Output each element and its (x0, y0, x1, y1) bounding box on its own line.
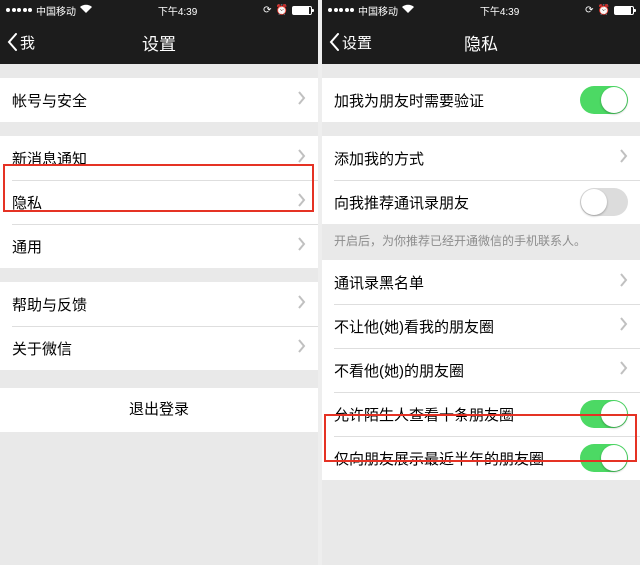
cell-label: 向我推荐通讯录朋友 (334, 192, 580, 213)
cell-label: 通讯录黑名单 (334, 272, 620, 293)
cell-recommend-contacts[interactable]: 向我推荐通讯录朋友 (322, 180, 640, 224)
cell-label: 新消息通知 (12, 148, 298, 169)
cell-label: 关于微信 (12, 338, 298, 359)
toggle-require-verify[interactable] (580, 86, 628, 114)
alarm-icon: ⏰ (276, 5, 288, 16)
chevron-right-icon (298, 295, 306, 314)
nav-title: 设置 (0, 30, 318, 55)
signal-icon (328, 8, 354, 12)
battery-icon (614, 6, 634, 15)
cell-label: 添加我的方式 (334, 148, 620, 169)
chevron-right-icon (620, 273, 628, 292)
chevron-right-icon (620, 149, 628, 168)
chevron-left-icon (328, 33, 340, 51)
back-button[interactable]: 我 (0, 32, 35, 53)
cell-privacy[interactable]: 隐私 (0, 180, 318, 224)
nav-bar: 我 设置 (0, 20, 318, 64)
cell-half-year[interactable]: 仅向朋友展示最近半年的朋友圈 (322, 436, 640, 480)
cell-about[interactable]: 关于微信 (0, 326, 318, 370)
chevron-left-icon (6, 33, 18, 51)
nav-bar: 设置 隐私 (322, 20, 640, 64)
cell-account-security[interactable]: 帐号与安全 (0, 78, 318, 122)
carrier-label: 中国移动 (36, 3, 76, 18)
chevron-right-icon (620, 361, 628, 380)
toggle-recommend-contacts[interactable] (580, 188, 628, 216)
cell-label: 仅向朋友展示最近半年的朋友圈 (334, 448, 580, 469)
carrier-label: 中国移动 (358, 3, 398, 18)
cell-label: 允许陌生人查看十条朋友圈 (334, 404, 580, 425)
cell-label: 隐私 (12, 192, 298, 213)
cell-label: 通用 (12, 236, 298, 257)
status-bar: 中国移动 下午4:39 ⟳ ⏰ (0, 0, 318, 20)
chevron-right-icon (298, 149, 306, 168)
privacy-screen: 中国移动 下午4:39 ⟳ ⏰ 设置 隐私 加我为朋友时需要验证 (322, 0, 640, 565)
clock-label: 下午4:39 (158, 3, 197, 18)
settings-screen: 中国移动 下午4:39 ⟳ ⏰ 我 设置 帐号与安全 (0, 0, 318, 565)
cell-label: 加我为朋友时需要验证 (334, 90, 580, 111)
battery-icon (292, 6, 312, 15)
signal-icon (6, 8, 32, 12)
wifi-icon (402, 4, 414, 16)
cell-hide-their-moments[interactable]: 不看他(她)的朋友圈 (322, 348, 640, 392)
back-label: 设置 (342, 32, 372, 53)
cell-hide-my-moments[interactable]: 不让他(她)看我的朋友圈 (322, 304, 640, 348)
rotation-lock-icon: ⟳ (263, 5, 271, 16)
cell-label: 帐号与安全 (12, 90, 298, 111)
chevron-right-icon (298, 237, 306, 256)
logout-button[interactable]: 退出登录 (0, 388, 318, 432)
cell-label: 不看他(她)的朋友圈 (334, 360, 620, 381)
back-button[interactable]: 设置 (322, 32, 372, 53)
chevron-right-icon (298, 193, 306, 212)
chevron-right-icon (620, 317, 628, 336)
cell-stranger-ten[interactable]: 允许陌生人查看十条朋友圈 (322, 392, 640, 436)
back-label: 我 (20, 32, 35, 53)
logout-label: 退出登录 (129, 401, 189, 418)
chevron-right-icon (298, 339, 306, 358)
cell-blacklist[interactable]: 通讯录黑名单 (322, 260, 640, 304)
toggle-stranger-ten[interactable] (580, 400, 628, 428)
status-bar: 中国移动 下午4:39 ⟳ ⏰ (322, 0, 640, 20)
cell-general[interactable]: 通用 (0, 224, 318, 268)
cell-require-verify[interactable]: 加我为朋友时需要验证 (322, 78, 640, 122)
alarm-icon: ⏰ (598, 5, 610, 16)
chevron-right-icon (298, 91, 306, 110)
wifi-icon (80, 4, 92, 16)
cell-label: 不让他(她)看我的朋友圈 (334, 316, 620, 337)
cell-help-feedback[interactable]: 帮助与反馈 (0, 282, 318, 326)
toggle-half-year[interactable] (580, 444, 628, 472)
rotation-lock-icon: ⟳ (585, 5, 593, 16)
clock-label: 下午4:39 (480, 3, 519, 18)
cell-add-method[interactable]: 添加我的方式 (322, 136, 640, 180)
cell-new-message[interactable]: 新消息通知 (0, 136, 318, 180)
recommend-hint: 开启后，为你推荐已经开通微信的手机联系人。 (322, 224, 640, 254)
cell-label: 帮助与反馈 (12, 294, 298, 315)
